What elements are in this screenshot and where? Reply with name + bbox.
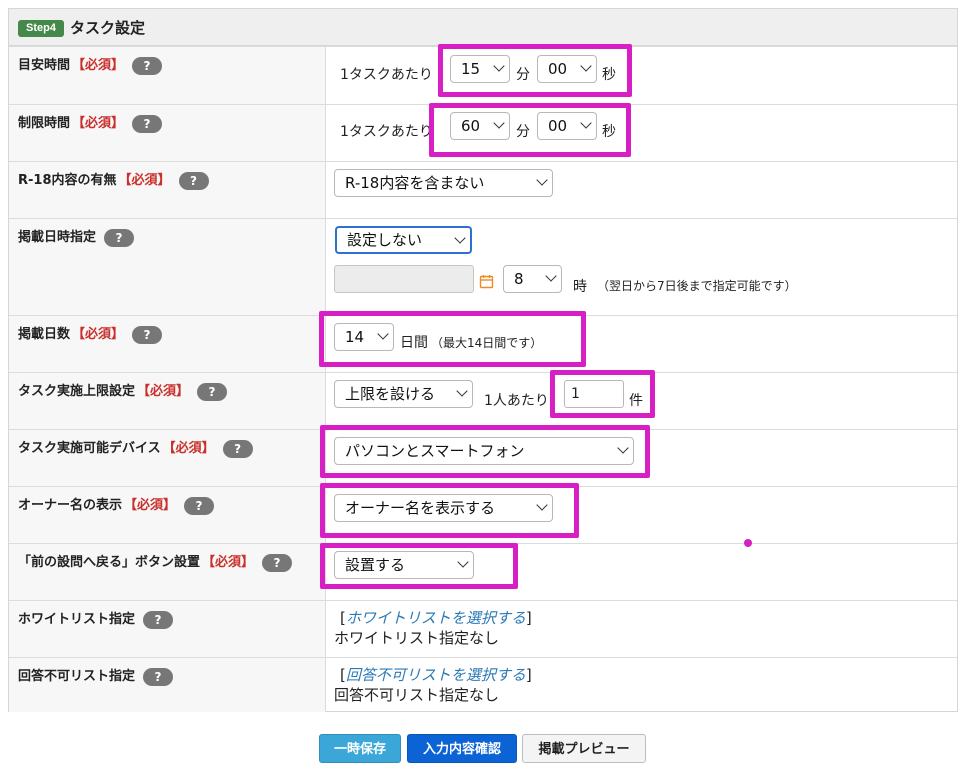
required-mark: 【必須】 xyxy=(137,384,190,399)
help-icon[interactable]: ? xyxy=(143,611,174,629)
chevron-down-icon xyxy=(545,270,557,282)
required-mark: 【必須】 xyxy=(202,555,255,570)
chevron-down-icon xyxy=(456,385,468,397)
row-label: R-18内容の有無 xyxy=(18,173,117,188)
per-task-text: 1タスクあたり xyxy=(340,67,433,83)
task-limit-select[interactable]: 上限を設ける xyxy=(334,380,473,408)
required-mark: 【必須】 xyxy=(118,173,171,188)
row-label: 制限時間 xyxy=(18,116,71,131)
row-label: ホワイトリスト指定 xyxy=(18,612,136,627)
per-task-text: 1タスクあたり xyxy=(340,124,433,140)
step-badge: Step4 xyxy=(18,20,64,37)
help-icon[interactable]: ? xyxy=(132,326,163,344)
publish-datetime-select[interactable]: 設定しない xyxy=(335,226,472,254)
highlight-box xyxy=(319,311,586,367)
row-label: 掲載日数 xyxy=(18,327,71,342)
blacklist-link-line: [回答不可リストを選択する] xyxy=(340,666,532,684)
highlight-box xyxy=(320,543,518,589)
chevron-down-icon xyxy=(536,174,548,186)
confirm-button[interactable]: 入力内容確認 xyxy=(407,734,517,763)
row-label: タスク実施可能デバイス xyxy=(18,441,161,456)
help-icon[interactable]: ? xyxy=(132,57,163,75)
hour-unit: 時 xyxy=(573,279,587,295)
help-icon[interactable]: ? xyxy=(184,497,215,515)
panel-header: Step4 タスク設定 xyxy=(9,9,957,46)
publish-date-input[interactable] xyxy=(334,265,474,293)
row-label: 回答不可リスト指定 xyxy=(18,669,136,684)
whitelist-select-link[interactable]: ホワイトリストを選択する xyxy=(346,609,526,627)
row-label: 掲載日時指定 xyxy=(18,230,97,245)
blacklist-select-link[interactable]: 回答不可リストを選択する xyxy=(346,666,526,684)
chevron-down-icon xyxy=(454,232,466,244)
row-label: オーナー名の表示 xyxy=(18,498,123,513)
highlight-box xyxy=(320,425,650,478)
save-draft-button[interactable]: 一時保存 xyxy=(319,734,401,763)
help-icon[interactable]: ? xyxy=(143,668,174,686)
required-mark: 【必須】 xyxy=(72,327,125,342)
whitelist-status: ホワイトリスト指定なし xyxy=(334,629,500,647)
highlight-box xyxy=(550,370,655,418)
per-person-text: 1人あたり xyxy=(484,393,549,409)
required-mark: 【必須】 xyxy=(72,116,125,131)
preview-button[interactable]: 掲載プレビュー xyxy=(522,734,646,763)
whitelist-link-line: [ホワイトリストを選択する] xyxy=(340,609,532,627)
row-label: タスク実施上限設定 xyxy=(18,384,136,399)
row-task-limit: タスク実施上限設定 【必須】? xyxy=(9,372,957,429)
row-publish-datetime: 掲載日時指定? xyxy=(9,218,957,315)
blacklist-status: 回答不可リスト指定なし xyxy=(334,686,500,704)
row-label: 「前の設問へ戻る」ボタン設置 xyxy=(18,555,201,570)
help-icon[interactable]: ? xyxy=(197,383,228,401)
help-icon[interactable]: ? xyxy=(178,172,209,190)
help-icon[interactable]: ? xyxy=(132,115,163,133)
panel-title: タスク設定 xyxy=(70,19,146,37)
highlight-box xyxy=(429,103,631,157)
required-mark: 【必須】 xyxy=(124,498,177,513)
row-label: 目安時間 xyxy=(18,58,71,73)
annotation-dot xyxy=(744,539,752,547)
highlight-box xyxy=(320,483,579,538)
r18-select[interactable]: R-18内容を含まない xyxy=(334,169,553,197)
required-mark: 【必須】 xyxy=(162,441,215,456)
help-icon[interactable]: ? xyxy=(222,440,253,458)
required-mark: 【必須】 xyxy=(72,58,125,73)
highlight-box xyxy=(438,44,632,97)
help-icon[interactable]: ? xyxy=(104,229,135,247)
calendar-icon[interactable] xyxy=(479,274,494,289)
publish-hour-select[interactable]: 8 xyxy=(503,265,562,293)
help-icon[interactable]: ? xyxy=(262,554,293,572)
publish-date-note: （翌日から7日後まで指定可能です） xyxy=(597,279,797,293)
